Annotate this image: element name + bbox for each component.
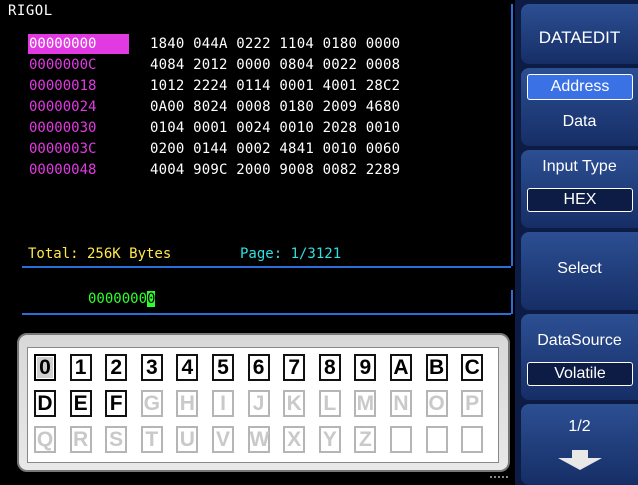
address-input-prefix: 0000000	[88, 291, 148, 307]
row-cells: 0104 0001 0024 0010 2028 0010	[150, 120, 401, 136]
key-a[interactable]: A	[390, 354, 412, 381]
virtual-keyboard: 0123456789ABC DEFGHIJKLMNOP QRSTUVWXYZ	[17, 333, 510, 472]
hex-row: 0000003C 0200 0144 0002 4841 0010 0060	[28, 139, 400, 159]
address-data-softkey[interactable]: Address Data	[521, 68, 638, 146]
row-cells: 0A00 8024 0008 0180 2009 4680	[150, 99, 401, 115]
key-f[interactable]: F	[105, 390, 128, 417]
hex-row: 00000018 1012 2224 0114 0001 4001 28C2	[28, 76, 400, 96]
key-u: U	[176, 426, 199, 453]
key-m: M	[354, 390, 377, 417]
key-blank	[461, 426, 484, 453]
select-softkey[interactable]: Select	[521, 232, 638, 310]
key-v: V	[212, 426, 234, 453]
hex-row: 00000030 0104 0001 0024 0010 2028 0010	[28, 118, 400, 138]
data-frame-bottom	[22, 266, 511, 268]
data-source-softkey[interactable]: DataSource Volatile	[521, 314, 638, 400]
total-bytes-label: Total: 256K Bytes	[28, 246, 172, 262]
key-2[interactable]: 2	[105, 354, 128, 381]
row-address: 0000003C	[29, 141, 97, 157]
select-label: Select	[557, 260, 602, 277]
row-address: 00000048	[29, 162, 97, 178]
next-page-softkey[interactable]: 1/2	[521, 404, 638, 485]
row-cells: 1012 2224 0114 0001 4001 28C2	[150, 78, 401, 94]
key-w: W	[247, 426, 270, 453]
key-blank	[390, 426, 412, 453]
key-r: R	[69, 426, 92, 453]
row-cells: 0200 0144 0002 4841 0010 0060	[150, 141, 401, 157]
key-6[interactable]: 6	[247, 354, 270, 381]
option-data[interactable]: Data	[521, 113, 638, 131]
row-address: 00000030	[29, 120, 97, 136]
brand-logo: RIGOL	[8, 3, 53, 19]
key-8[interactable]: 8	[318, 354, 341, 381]
hex-row: 0000000C 4084 2012 0000 0804 0022 0008	[28, 55, 400, 75]
key-0[interactable]: 0	[34, 354, 56, 381]
data-source-value: Volatile	[527, 362, 633, 386]
keyboard-dots	[490, 476, 508, 481]
key-g: G	[140, 390, 163, 417]
key-s: S	[105, 426, 128, 453]
row-address: 0000000C	[29, 57, 97, 73]
key-i: I	[212, 390, 234, 417]
data-source-label: DataSource	[537, 332, 622, 349]
hex-row: 00000024 0A00 8024 0008 0180 2009 4680	[28, 97, 400, 117]
key-n: N	[390, 390, 412, 417]
input-type-label: Input Type	[542, 158, 617, 175]
arrow-down-icon	[557, 450, 602, 470]
softkey-panel: DATAEDIT Address Data Input Type HEX Sel…	[515, 0, 638, 485]
key-c[interactable]: C	[461, 354, 484, 381]
key-5[interactable]: 5	[212, 354, 234, 381]
key-z: Z	[354, 426, 377, 453]
key-t: T	[140, 426, 163, 453]
key-d[interactable]: D	[34, 390, 56, 417]
menu-title: DATAEDIT	[538, 28, 621, 47]
row-address: 00000000	[28, 34, 129, 54]
key-l: L	[318, 390, 341, 417]
menu-title-button[interactable]: DATAEDIT	[521, 4, 638, 64]
row-address: 00000018	[29, 78, 97, 94]
key-blank	[425, 426, 448, 453]
input-type-softkey[interactable]: Input Type HEX	[521, 150, 638, 228]
data-frame-right	[511, 4, 513, 266]
key-x: X	[283, 426, 306, 453]
key-b[interactable]: B	[425, 354, 448, 381]
key-k: K	[283, 390, 306, 417]
hex-row: 00000000 1840 044A 0222 1104 0180 0000	[28, 34, 400, 54]
address-input[interactable]: 00000000	[88, 291, 156, 307]
input-frame-bottom	[22, 313, 511, 315]
option-address[interactable]: Address	[527, 74, 633, 100]
row-cells: 4004 909C 2000 9008 0082 2289	[150, 162, 401, 178]
key-e[interactable]: E	[69, 390, 92, 417]
page-indicator: Page: 1/3121	[240, 246, 342, 262]
row-cells: 1840 044A 0222 1104 0180 0000	[150, 36, 401, 52]
key-y: Y	[318, 426, 341, 453]
key-h: H	[176, 390, 199, 417]
input-type-value: HEX	[527, 188, 633, 212]
input-frame-right	[511, 290, 513, 314]
key-p: P	[461, 390, 484, 417]
key-3[interactable]: 3	[140, 354, 163, 381]
key-o: O	[425, 390, 448, 417]
menu-page-indicator: 1/2	[568, 418, 591, 435]
key-9[interactable]: 9	[354, 354, 377, 381]
row-address: 00000024	[29, 99, 97, 115]
key-4[interactable]: 4	[176, 354, 199, 381]
address-input-cursor: 0	[147, 291, 156, 307]
key-q: Q	[34, 426, 56, 453]
row-cells: 4084 2012 0000 0804 0022 0008	[150, 57, 401, 73]
hex-row: 00000048 4004 909C 2000 9008 0082 2289	[28, 160, 400, 180]
keyboard-keys-area: 0123456789ABC DEFGHIJKLMNOP QRSTUVWXYZ	[27, 347, 499, 463]
key-7[interactable]: 7	[283, 354, 306, 381]
key-1[interactable]: 1	[69, 354, 92, 381]
key-j: J	[247, 390, 270, 417]
